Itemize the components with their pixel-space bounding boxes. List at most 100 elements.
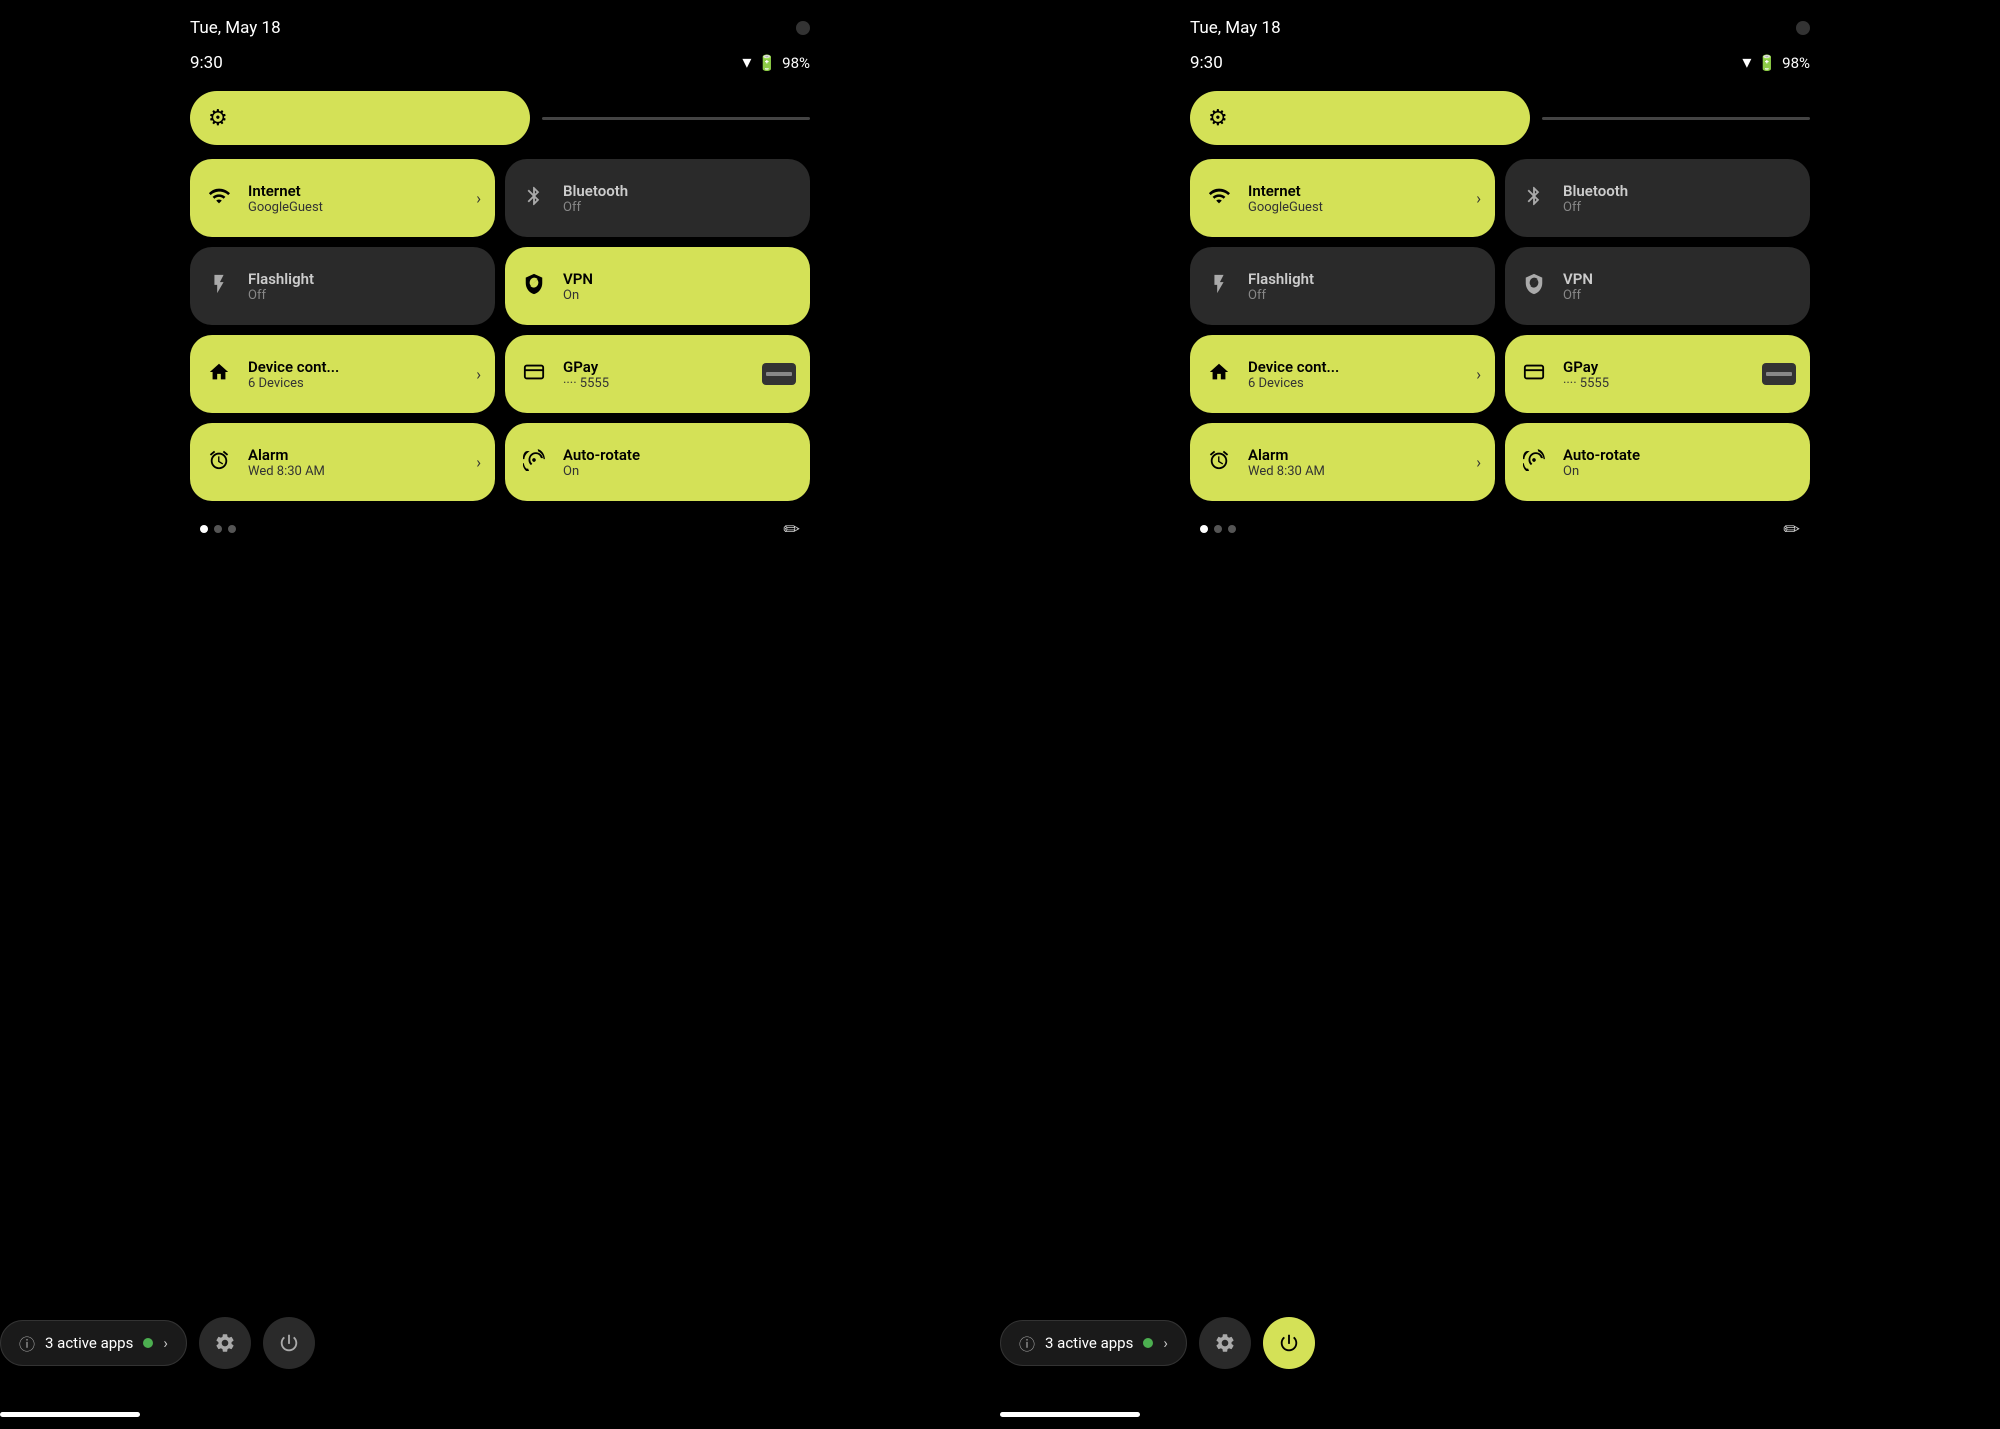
tile-sublabel-autorotate: On bbox=[563, 464, 640, 479]
gpay-card bbox=[1762, 363, 1796, 385]
pagination-dots bbox=[200, 525, 236, 533]
tile-bluetooth[interactable]: Bluetooth Off bbox=[505, 159, 810, 237]
tile-bluetooth[interactable]: Bluetooth Off bbox=[1505, 159, 1810, 237]
status-icons: ▾ 🔋 98% bbox=[742, 52, 810, 73]
bottom-bar: ⓘ 3 active apps › bbox=[1000, 1317, 1315, 1369]
status-bar2: 9:30 ▾ 🔋 98% bbox=[1190, 52, 1810, 73]
pagination: ✏ bbox=[1190, 517, 1810, 541]
panel-left: Tue, May 18 9:30 ▾ 🔋 98% ⚙ Internet Goog… bbox=[0, 0, 1000, 1429]
tile-alarm[interactable]: Alarm Wed 8:30 AM › bbox=[190, 423, 495, 501]
tile-text-internet: Internet GoogleGuest bbox=[1248, 182, 1323, 215]
tile-icon-gpay bbox=[523, 361, 549, 387]
tile-text-alarm: Alarm Wed 8:30 AM bbox=[248, 446, 325, 479]
brightness-pill[interactable]: ⚙ bbox=[190, 91, 530, 145]
active-apps-label: 3 active apps bbox=[1045, 1334, 1133, 1352]
status-time: 9:30 bbox=[190, 53, 223, 73]
status-date: Tue, May 18 bbox=[1190, 18, 1281, 38]
tile-label-bluetooth: Bluetooth bbox=[1563, 182, 1628, 200]
tile-text-device: Device cont... 6 Devices bbox=[248, 358, 339, 391]
tile-sublabel-vpn: Off bbox=[1563, 288, 1593, 303]
power-button[interactable] bbox=[263, 1317, 315, 1369]
tile-arrow: › bbox=[1476, 453, 1481, 472]
tile-vpn[interactable]: VPN Off bbox=[1505, 247, 1810, 325]
status-time: 9:30 bbox=[1190, 53, 1223, 73]
tile-internet[interactable]: Internet GoogleGuest › bbox=[1190, 159, 1495, 237]
panel-right: Tue, May 18 9:30 ▾ 🔋 98% ⚙ Internet Goog… bbox=[1000, 0, 2000, 1429]
tile-flashlight[interactable]: Flashlight Off bbox=[190, 247, 495, 325]
camera-dot bbox=[796, 21, 810, 35]
pagination-dots bbox=[1200, 525, 1236, 533]
edit-icon[interactable]: ✏ bbox=[783, 517, 800, 541]
tile-sublabel-vpn: On bbox=[563, 288, 593, 303]
pagination: ✏ bbox=[190, 517, 810, 541]
tile-text-gpay: GPay ···· 5555 bbox=[563, 358, 609, 391]
camera-dot bbox=[1796, 21, 1810, 35]
tile-arrow: › bbox=[476, 189, 481, 208]
tile-text-alarm: Alarm Wed 8:30 AM bbox=[1248, 446, 1325, 479]
tile-icon-internet bbox=[1208, 185, 1234, 211]
dot-inactive-1 bbox=[214, 525, 222, 533]
tile-device[interactable]: Device cont... 6 Devices › bbox=[190, 335, 495, 413]
brightness-row: ⚙ bbox=[190, 91, 810, 145]
brightness-icon: ⚙ bbox=[208, 106, 228, 131]
tile-device[interactable]: Device cont... 6 Devices › bbox=[1190, 335, 1495, 413]
tile-gpay[interactable]: GPay ···· 5555 bbox=[1505, 335, 1810, 413]
settings-button[interactable] bbox=[1199, 1317, 1251, 1369]
battery-icon: 🔋 bbox=[1757, 54, 1776, 72]
brightness-slider[interactable] bbox=[542, 117, 810, 120]
tile-sublabel-autorotate: On bbox=[1563, 464, 1640, 479]
gpay-card-visual bbox=[762, 363, 796, 385]
tile-text-bluetooth: Bluetooth Off bbox=[1563, 182, 1628, 215]
dot-active bbox=[200, 525, 208, 533]
dot-inactive-1 bbox=[1214, 525, 1222, 533]
tile-icon-gpay bbox=[1523, 361, 1549, 387]
tile-autorotate[interactable]: Auto-rotate On bbox=[505, 423, 810, 501]
tile-label-gpay: GPay bbox=[1563, 358, 1609, 376]
tile-text-vpn: VPN Off bbox=[1563, 270, 1593, 303]
tile-label-device: Device cont... bbox=[248, 358, 339, 376]
tile-icon-device bbox=[1208, 361, 1234, 387]
status-icons: ▾ 🔋 98% bbox=[1742, 52, 1810, 73]
tile-alarm[interactable]: Alarm Wed 8:30 AM › bbox=[1190, 423, 1495, 501]
tile-label-gpay: GPay bbox=[563, 358, 609, 376]
tile-sublabel-gpay: ···· 5555 bbox=[563, 376, 609, 391]
active-apps-pill[interactable]: ⓘ 3 active apps › bbox=[1000, 1320, 1187, 1366]
tile-flashlight[interactable]: Flashlight Off bbox=[1190, 247, 1495, 325]
status-bar2: 9:30 ▾ 🔋 98% bbox=[190, 52, 810, 73]
tile-icon-internet bbox=[208, 185, 234, 211]
tile-autorotate[interactable]: Auto-rotate On bbox=[1505, 423, 1810, 501]
tile-gpay[interactable]: GPay ···· 5555 bbox=[505, 335, 810, 413]
brightness-pill[interactable]: ⚙ bbox=[1190, 91, 1530, 145]
dot-active bbox=[1200, 525, 1208, 533]
tile-label-vpn: VPN bbox=[1563, 270, 1593, 288]
tile-icon-device bbox=[208, 361, 234, 387]
tile-sublabel-flashlight: Off bbox=[248, 288, 314, 303]
edit-icon[interactable]: ✏ bbox=[1783, 517, 1800, 541]
gpay-card-stripe bbox=[766, 372, 792, 376]
home-indicator bbox=[1000, 1412, 1140, 1417]
tile-vpn[interactable]: VPN On bbox=[505, 247, 810, 325]
panels-container: Tue, May 18 9:30 ▾ 🔋 98% ⚙ Internet Goog… bbox=[0, 0, 2000, 1429]
tile-icon-flashlight bbox=[208, 273, 234, 299]
tile-label-internet: Internet bbox=[248, 182, 323, 200]
gpay-card bbox=[762, 363, 796, 385]
home-indicator bbox=[0, 1412, 140, 1417]
pill-arrow: › bbox=[163, 1334, 168, 1352]
tile-internet[interactable]: Internet GoogleGuest › bbox=[190, 159, 495, 237]
tile-label-vpn: VPN bbox=[563, 270, 593, 288]
power-button[interactable] bbox=[1263, 1317, 1315, 1369]
tile-icon-autorotate bbox=[523, 449, 549, 475]
green-dot bbox=[143, 1338, 153, 1348]
active-apps-pill[interactable]: ⓘ 3 active apps › bbox=[0, 1320, 187, 1366]
tile-sublabel-flashlight: Off bbox=[1248, 288, 1314, 303]
brightness-slider[interactable] bbox=[1542, 117, 1810, 120]
settings-button[interactable] bbox=[199, 1317, 251, 1369]
tile-label-bluetooth: Bluetooth bbox=[563, 182, 628, 200]
info-icon: ⓘ bbox=[1019, 1331, 1035, 1355]
tile-icon-vpn bbox=[523, 273, 549, 299]
status-date: Tue, May 18 bbox=[190, 18, 281, 38]
gpay-card-stripe bbox=[1766, 372, 1792, 376]
tile-sublabel-gpay: ···· 5555 bbox=[1563, 376, 1609, 391]
brightness-row: ⚙ bbox=[1190, 91, 1810, 145]
tile-sublabel-device: 6 Devices bbox=[248, 376, 339, 391]
